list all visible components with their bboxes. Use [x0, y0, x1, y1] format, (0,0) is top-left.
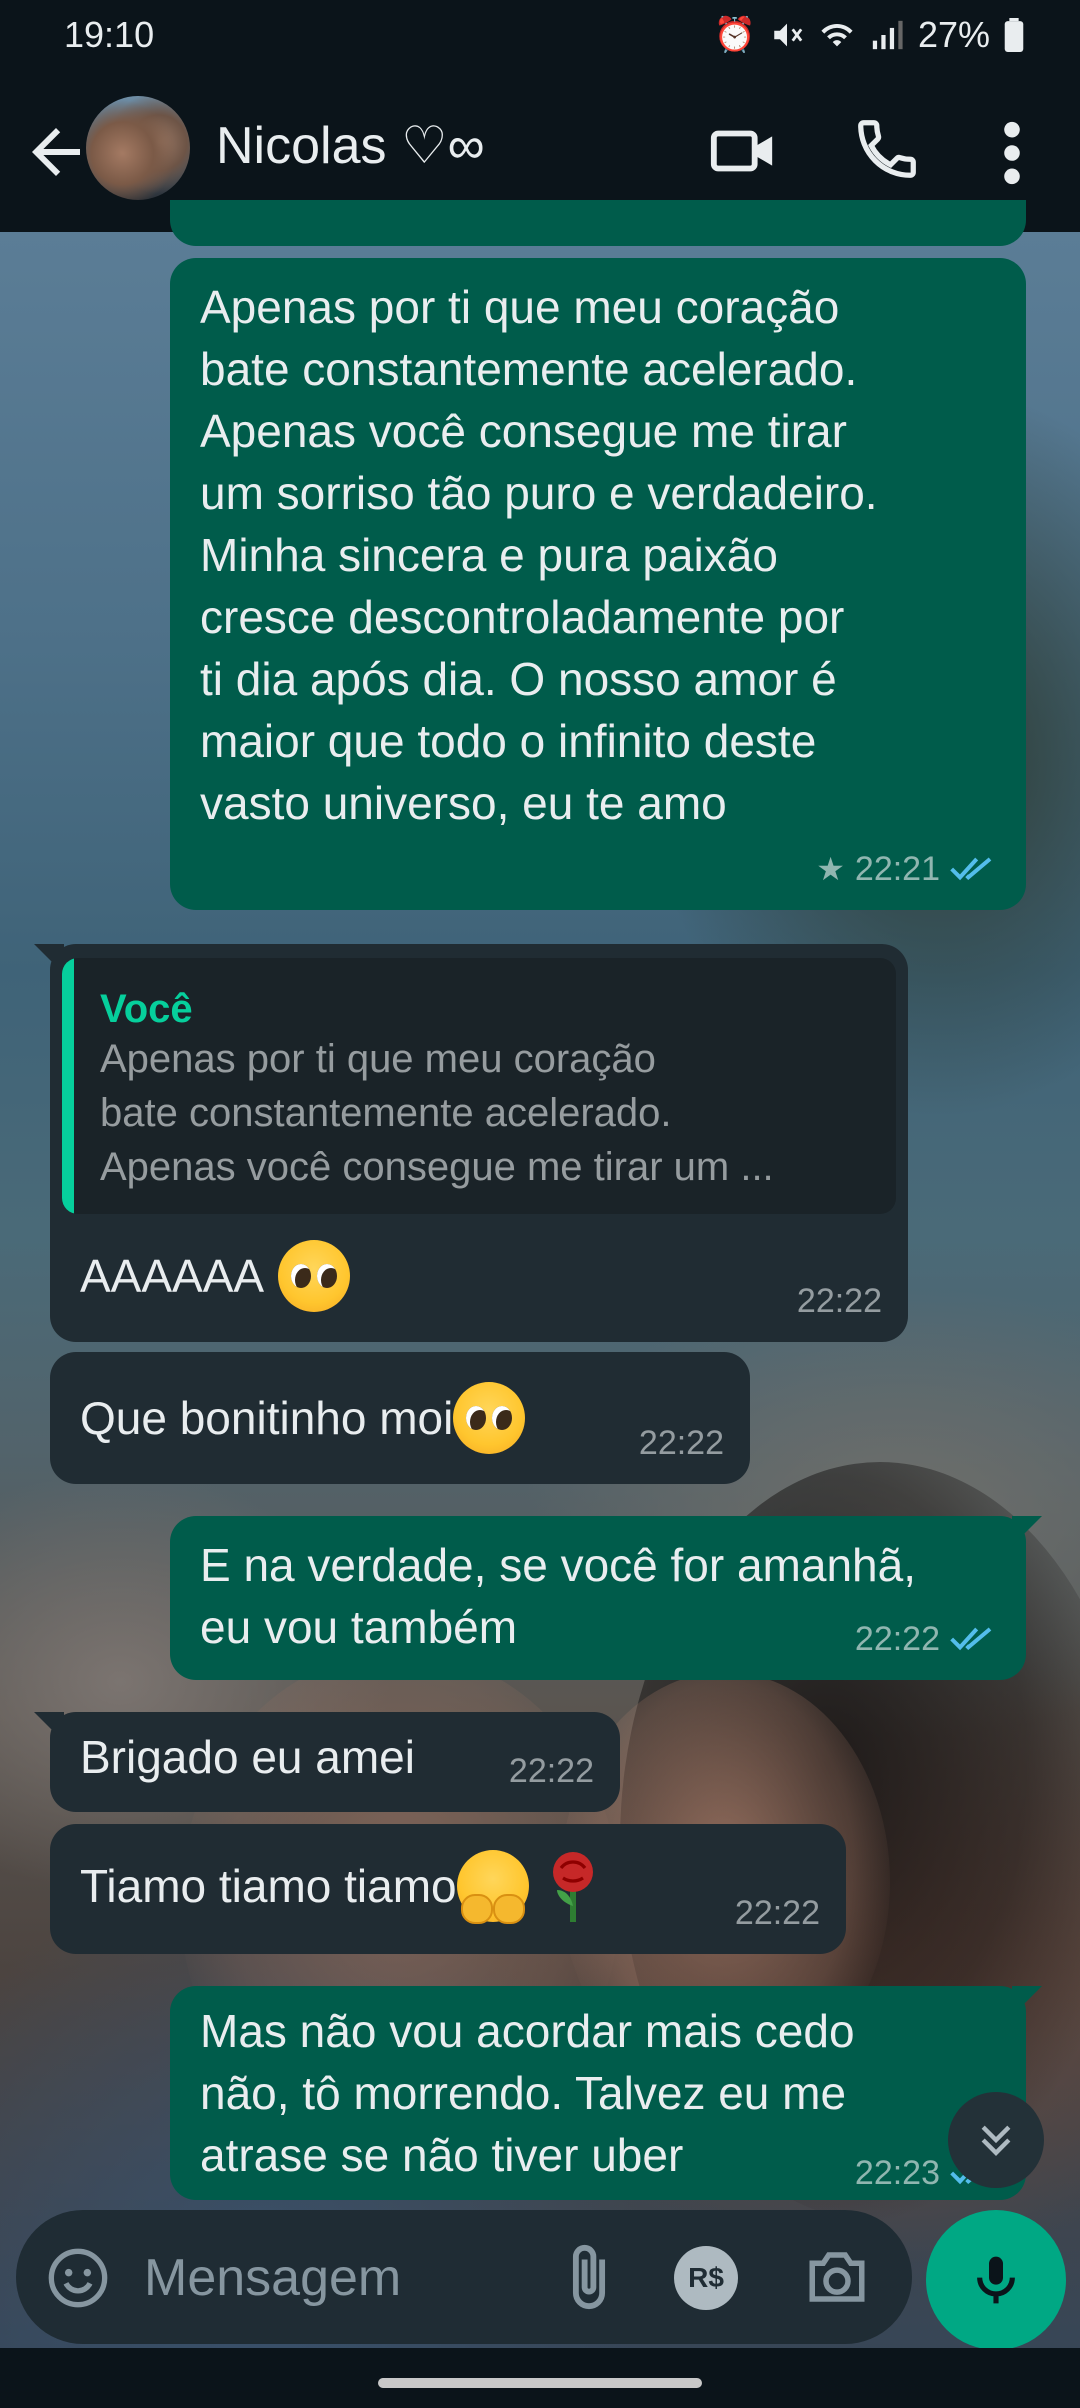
alarm-icon: ⏰: [713, 16, 756, 54]
mic-icon: [977, 2256, 1015, 2304]
outgoing-message[interactable]: E na verdade, se você for amanhã, eu vou…: [170, 1516, 1042, 1680]
more-options-icon[interactable]: [992, 118, 1032, 188]
message-text: Mas não vou acordar mais cedo não, tô mo…: [200, 2005, 855, 2181]
message-composer: R$: [16, 2210, 912, 2344]
message-text: Brigado eu amei: [80, 1731, 415, 1783]
message-meta: 22:22: [735, 1882, 820, 1944]
double-chevron-down-icon: [981, 2125, 1011, 2156]
message-text: E na verdade, se você for amanhã, eu vou…: [200, 1539, 916, 1653]
quote-author: Você: [100, 987, 193, 1031]
outgoing-message[interactable]: Apenas por ti que meu coração bate const…: [170, 258, 1026, 910]
message-time: 22:23: [854, 2154, 940, 2192]
message-text: Que bonitinho moi: [80, 1392, 454, 1444]
message-time: 22:22: [638, 1424, 724, 1462]
bubble-tail: [1012, 1516, 1042, 1546]
voice-call-icon[interactable]: [852, 114, 922, 184]
incoming-message[interactable]: Brigado eu amei 22:22: [34, 1712, 620, 1812]
mute-icon: [774, 23, 803, 47]
rose-emoji: [552, 1852, 593, 1922]
scroll-to-bottom-button[interactable]: [948, 2092, 1044, 2188]
camera-icon[interactable]: [804, 2246, 870, 2308]
payment-icon: R$: [688, 2262, 724, 2293]
bubble-tail: [1012, 1986, 1042, 2016]
status-icons: ⏰ 27%: [714, 14, 1024, 56]
hugging-face-emoji: [456, 1850, 529, 1924]
previous-message-bubble: [170, 200, 1026, 246]
message-meta: ★ 22:21: [816, 838, 1000, 900]
voice-message-button[interactable]: [926, 2210, 1066, 2350]
message-time: 22:21: [854, 850, 940, 888]
message-meta: 22:22: [639, 1412, 724, 1474]
message-body: Tiamo tiamo tiamo: [80, 1850, 603, 1924]
message-text: AAAAAA: [80, 1250, 265, 1302]
incoming-message[interactable]: Tiamo tiamo tiamo 22:22: [50, 1824, 846, 1954]
video-call-icon[interactable]: [708, 116, 778, 186]
bubble-tail: [34, 944, 64, 974]
status-time: 19:10: [64, 14, 155, 55]
avatar[interactable]: [86, 96, 190, 200]
incoming-message[interactable]: Que bonitinho moi 22:22: [50, 1352, 750, 1484]
home-gesture-handle[interactable]: [378, 2378, 702, 2388]
incoming-message[interactable]: Você Apenas por ti que meu coração bate …: [34, 944, 908, 1342]
message-time: 22:22: [796, 1282, 882, 1320]
read-ticks-icon: [950, 857, 992, 881]
payment-button[interactable]: R$: [674, 2246, 738, 2310]
status-bar: 19:10 ⏰ 27%: [0, 0, 1080, 72]
wifi-icon: [821, 23, 853, 47]
outgoing-message[interactable]: Mas não vou acordar mais cedo não, tô mo…: [170, 1986, 1042, 2200]
quoted-message[interactable]: Você Apenas por ti que meu coração bate …: [62, 958, 896, 1214]
message-input[interactable]: [142, 2242, 566, 2314]
message-meta: 22:22: [797, 1270, 882, 1332]
pleading-face-emoji: [453, 1382, 526, 1454]
star-icon: ★: [816, 851, 845, 887]
attach-icon[interactable]: [554, 2240, 624, 2314]
message-time: 22:22: [508, 1752, 594, 1790]
message-body: AAAAAA: [80, 1240, 351, 1312]
message-time: 22:22: [734, 1894, 820, 1932]
message-body: Que bonitinho moi: [80, 1382, 526, 1454]
signal-icon: [872, 20, 903, 50]
message-text: Apenas por ti que meu coração bate const…: [200, 281, 878, 829]
message-time: 22:22: [854, 1620, 940, 1658]
battery-level: 27%: [917, 14, 990, 55]
battery-icon: [1004, 18, 1024, 52]
quote-text: Apenas por ti que meu coração bate const…: [100, 1037, 774, 1189]
quote-bar: [62, 958, 74, 1214]
message-meta: 22:22: [509, 1740, 594, 1802]
bubble-tail: [34, 1712, 64, 1742]
message-text: Tiamo tiamo tiamo: [80, 1860, 457, 1912]
contact-name[interactable]: Nicolas ♡∞: [216, 116, 485, 176]
back-arrow-icon[interactable]: [20, 116, 92, 188]
pleading-face-emoji: [278, 1240, 351, 1312]
message-meta: 22:22: [855, 1608, 1000, 1670]
read-ticks-icon: [950, 1627, 992, 1651]
emoji-icon[interactable]: [46, 2246, 110, 2310]
system-nav-bar: [0, 2348, 1080, 2408]
